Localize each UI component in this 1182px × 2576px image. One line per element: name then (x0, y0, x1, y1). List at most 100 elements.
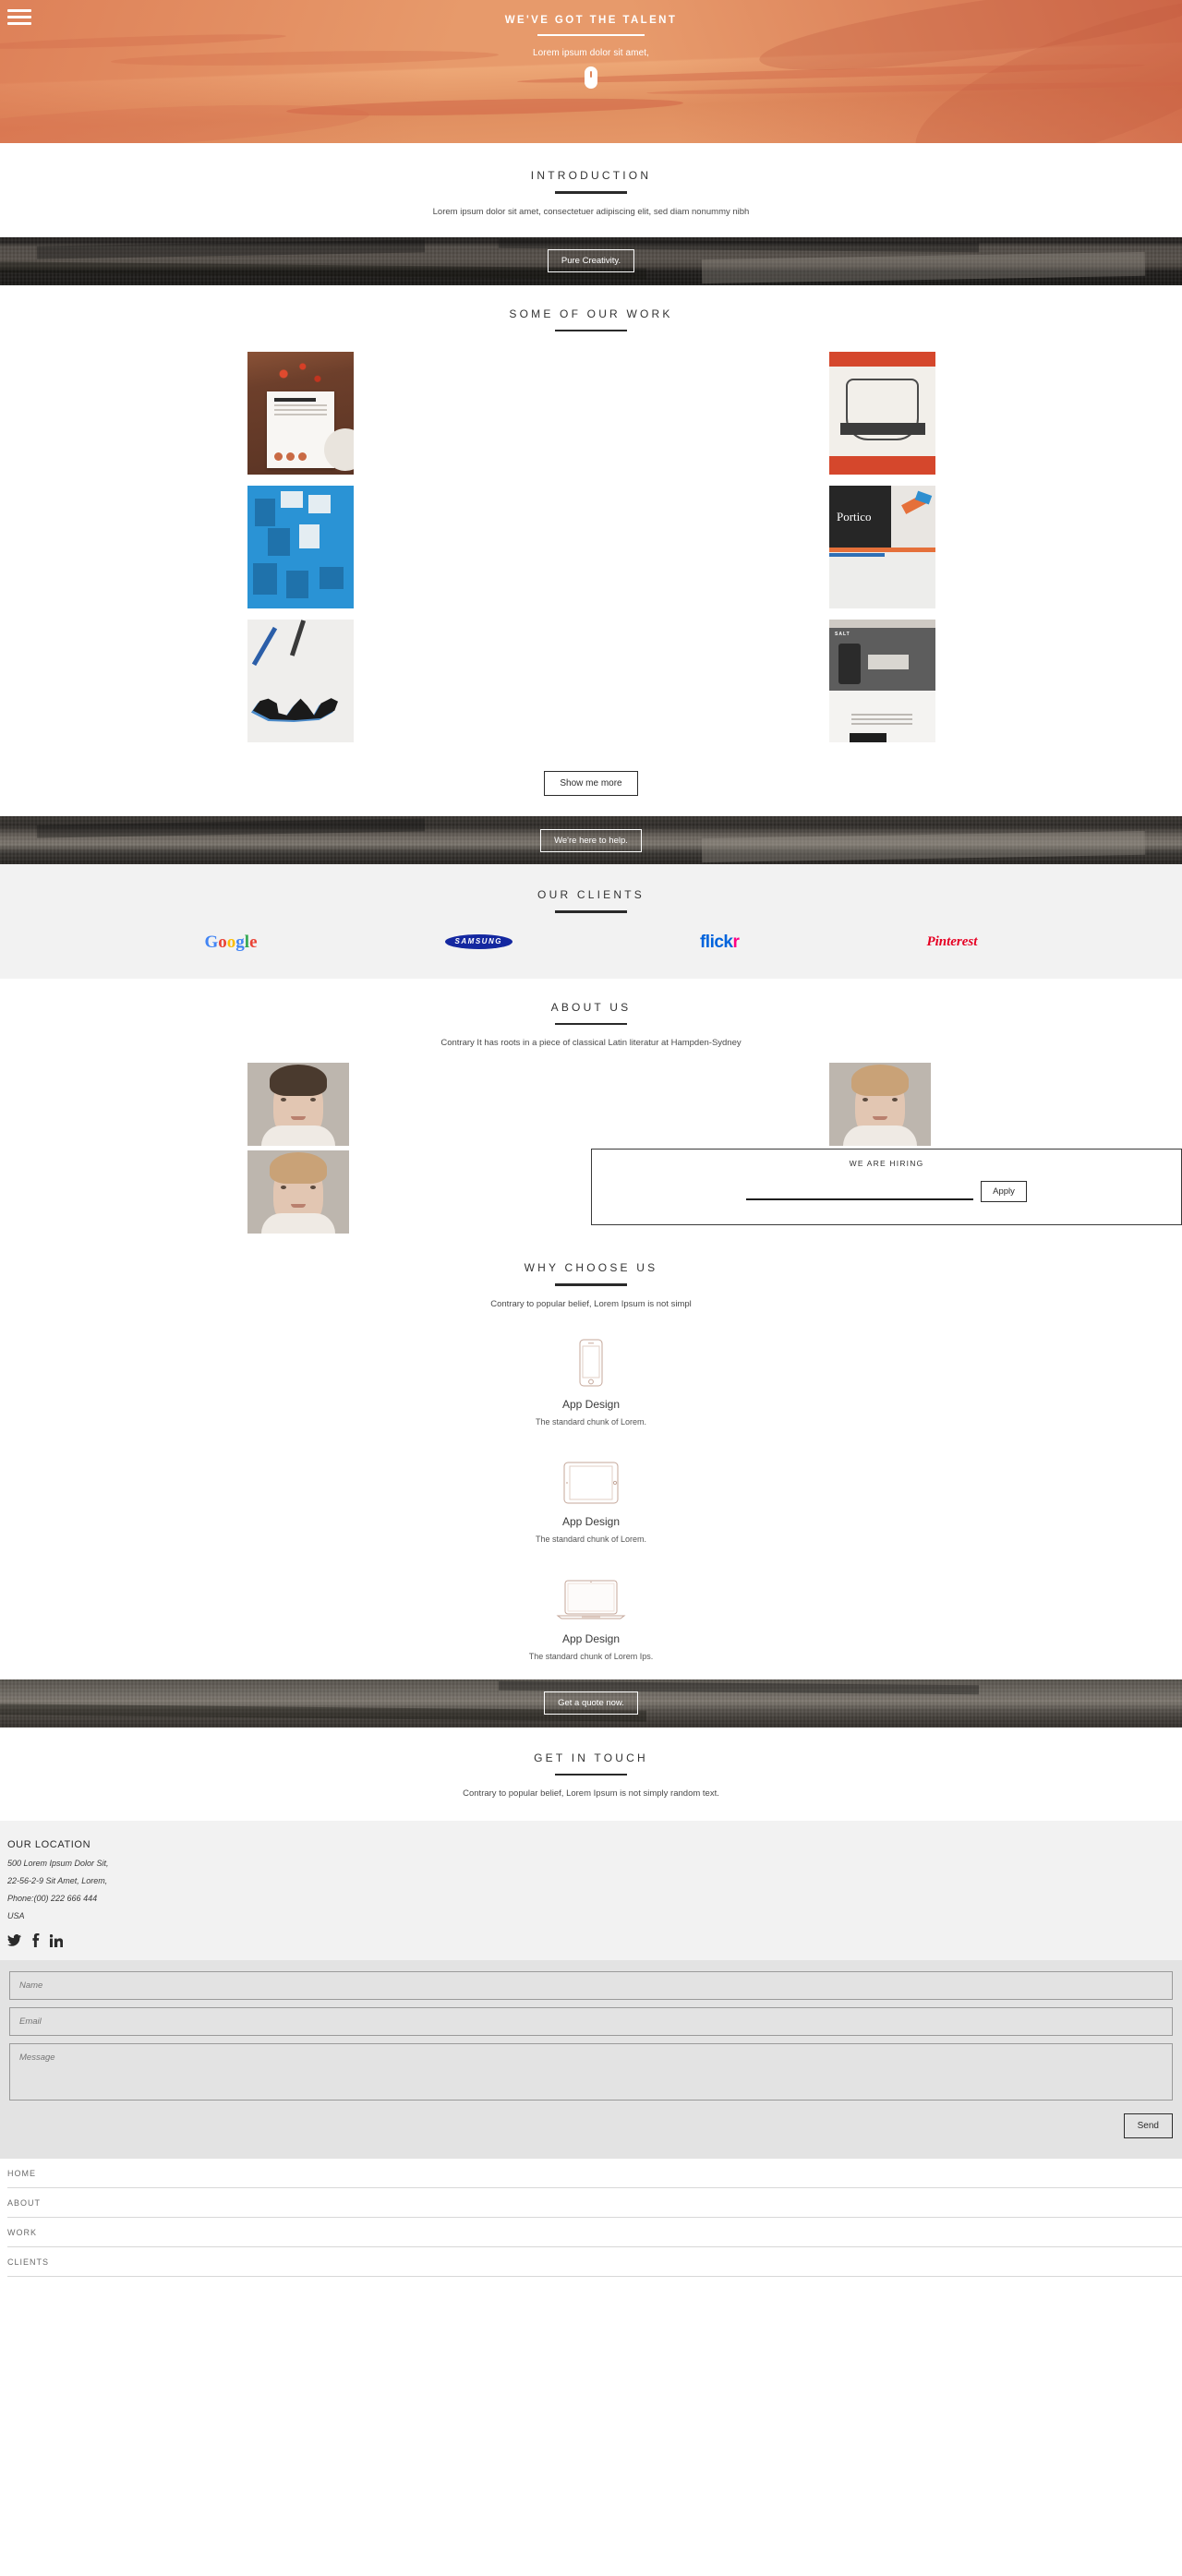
work-thumb-hand-lettering[interactable] (247, 620, 354, 742)
avatar-shirt (843, 1125, 917, 1146)
avatar-mouth (291, 1204, 306, 1208)
avatar-shirt (261, 1125, 335, 1146)
flickr-logo[interactable]: flickr (700, 933, 740, 951)
tablet-icon (0, 1451, 1182, 1504)
service-desc: The standard chunk of Lorem. (535, 1416, 647, 1426)
about-section: ABOUT US Contrary It has roots in a piec… (0, 978, 1182, 1234)
section-divider (555, 910, 627, 913)
facebook-icon[interactable] (31, 1933, 40, 1947)
dot (297, 452, 307, 462)
pancake-card (266, 391, 335, 469)
location-title: OUR LOCATION (7, 1839, 91, 1850)
apply-button[interactable]: Apply (981, 1181, 1027, 1202)
get-a-quote-button[interactable]: Get a quote now. (544, 1691, 638, 1715)
introduction-title: INTRODUCTION (530, 169, 652, 182)
location-address-line: 500 Lorem Ipsum Dolor Sit, (7, 1859, 109, 1868)
about-team: WE ARE HIRING Apply (0, 1063, 1182, 1234)
ocean-band (829, 352, 935, 367)
google-logo[interactable]: Google (205, 933, 258, 951)
introduction-section: INTRODUCTION Lorem ipsum dolor sit amet,… (0, 143, 1182, 237)
work-header: SOME OF OUR WORK (0, 307, 1182, 331)
touch-lead: Contrary to popular belief, Lorem Ipsum … (463, 1788, 719, 1799)
samsung-logo[interactable]: SAMSUNG (444, 934, 513, 949)
section-divider (555, 1283, 627, 1286)
linkedin-icon[interactable] (50, 1933, 63, 1947)
why-header: WHY CHOOSE US (0, 1261, 1182, 1286)
location-section: OUR LOCATION 500 Lorem Ipsum Dolor Sit, … (0, 1821, 1182, 1960)
laptop-icon (0, 1568, 1182, 1621)
work-thumb-perfect-pancakes[interactable] (247, 352, 354, 475)
send-button[interactable]: Send (1123, 2113, 1173, 2138)
footer-nav-item-clients[interactable]: CLIENTS (7, 2247, 1182, 2277)
why-choose-us-section: WHY CHOOSE US Contrary to popular belief… (0, 1234, 1182, 1679)
touch-title: GET IN TOUCH (534, 1751, 648, 1764)
portico-stripe (829, 553, 885, 558)
location-address-line: 22-56-2-9 Sit Amet, Lorem, (7, 1876, 108, 1885)
about-header: ABOUT US (0, 1000, 1182, 1025)
pinterest-logo[interactable]: Pinterest (926, 934, 977, 949)
hiring-title: WE ARE HIRING (849, 1159, 924, 1168)
email-input[interactable] (9, 2007, 1173, 2036)
work-thumb-ocean-blue-logo[interactable] (829, 352, 935, 475)
hamburger-menu-icon[interactable] (7, 9, 31, 29)
mouse-scroll-icon[interactable] (585, 66, 597, 89)
avatar-mouth (873, 1116, 887, 1120)
avatar (247, 1150, 349, 1234)
pure-creativity-button[interactable]: Pure Creativity. (547, 249, 635, 272)
team-member-photo (247, 1150, 349, 1234)
pen-decor (251, 626, 278, 667)
avatar-hair (270, 1152, 327, 1184)
work-thumb-salt-website[interactable]: SALT (829, 620, 935, 742)
touch-header: GET IN TOUCH (0, 1751, 1182, 1776)
section-divider (555, 1773, 627, 1776)
contact-form-section: Send (0, 1960, 1182, 2159)
about-title: ABOUT US (550, 1000, 632, 1014)
hero-subtitle: Lorem ipsum dolor sit amet, (532, 48, 650, 58)
twitter-icon[interactable] (7, 1934, 21, 1946)
mockup-card (253, 563, 277, 595)
team-member-photo (247, 1063, 349, 1146)
portico-panel: Portico (829, 486, 893, 550)
avatar (247, 1063, 349, 1146)
work-cta-wrapper: Show me more (0, 749, 1182, 816)
work-section: SOME OF OUR WORK Portico SALT Show me mo… (0, 284, 1182, 816)
avatar-eye (892, 1098, 898, 1101)
hamburger-bar (7, 9, 31, 12)
clients-section: OUR CLIENTS Google SAMSUNG flickr Pinter… (0, 864, 1182, 979)
mockup-card (286, 571, 308, 598)
hiring-email-input[interactable] (746, 1183, 974, 1200)
were-here-to-help-button[interactable]: We're here to help. (540, 828, 642, 852)
footer-nav-item-about[interactable]: ABOUT (7, 2188, 1182, 2218)
mockup-card (281, 491, 303, 508)
pancake-card-line (273, 413, 328, 415)
work-thumb-blue-app-mockups[interactable] (247, 486, 354, 608)
mockup-card (299, 524, 320, 548)
line (851, 718, 912, 720)
mockup-card (255, 499, 275, 526)
mockup-card (268, 528, 290, 556)
service-name: App Design (561, 1514, 621, 1528)
location-phone-line: Phone:(00) 222 666 444 (7, 1894, 98, 1903)
quote-banner: Get a quote now. (0, 1679, 1182, 1727)
hero-section: WE'VE GOT THE TALENT Lorem ipsum dolor s… (0, 0, 1182, 143)
clients-header: OUR CLIENTS (0, 888, 1182, 913)
section-divider (555, 191, 627, 194)
show-me-more-button[interactable]: Show me more (544, 771, 638, 796)
ocean-ribbon (839, 423, 925, 436)
avatar-eye (310, 1186, 316, 1189)
footer-nav-item-home[interactable]: HOME (7, 2159, 1182, 2188)
hero-title: WE'VE GOT THE TALENT (504, 15, 678, 26)
salt-text-lines (851, 714, 912, 728)
pancake-card-dots (273, 452, 307, 462)
avatar-eye (281, 1098, 286, 1101)
why-lead: Contrary to popular belief, Lorem Ipsum … (490, 1298, 692, 1309)
message-input[interactable] (9, 2043, 1173, 2101)
footer-nav-item-work[interactable]: WORK (7, 2218, 1182, 2247)
avatar-eye (310, 1098, 316, 1101)
avatar-mouth (291, 1116, 306, 1120)
work-thumb-portico-branding[interactable]: Portico (829, 486, 935, 608)
footer-nav: HOME ABOUT WORK CLIENTS (0, 2159, 1182, 2286)
clients-title: OUR CLIENTS (537, 888, 645, 901)
work-column-right: Portico SALT (829, 352, 935, 742)
name-input[interactable] (9, 1971, 1173, 2000)
